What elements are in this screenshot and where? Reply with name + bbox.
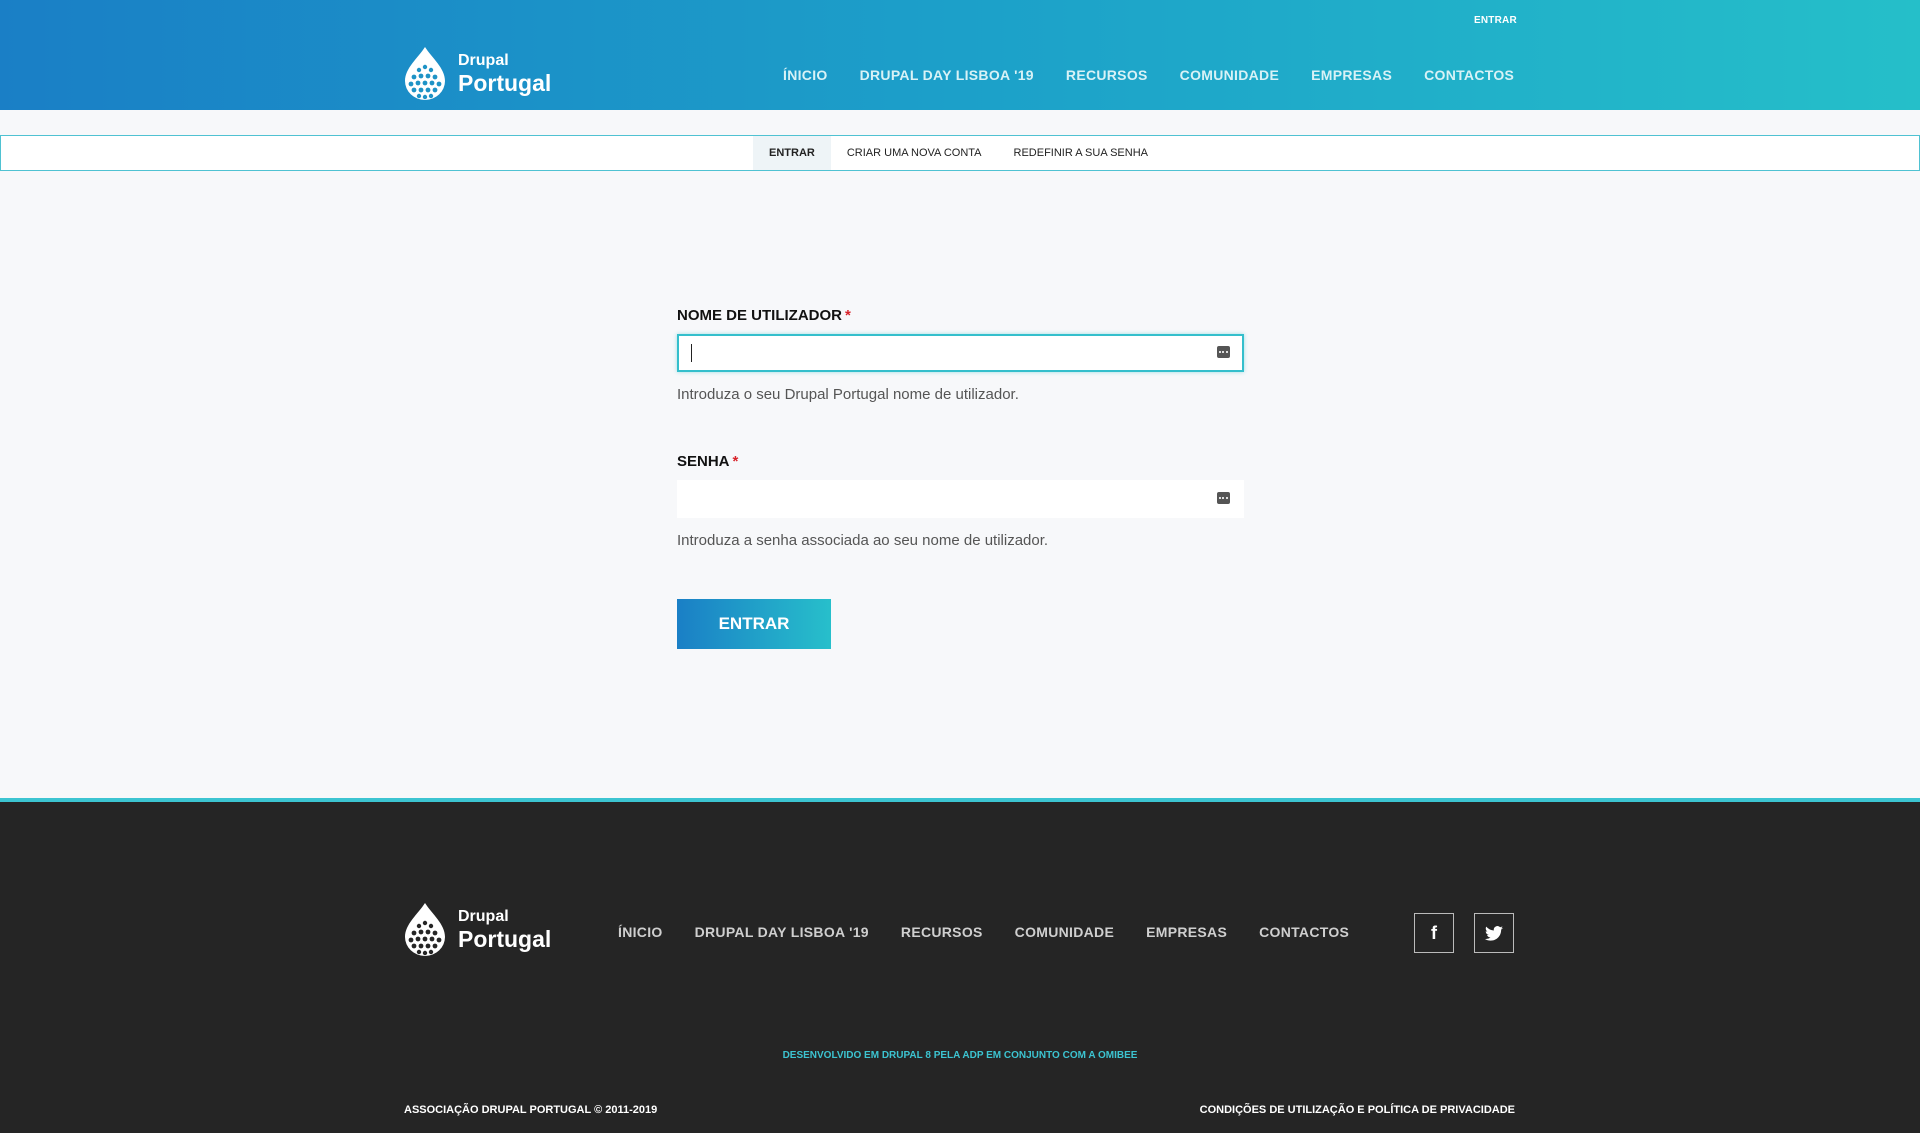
brand-line-1: Drupal xyxy=(458,51,509,69)
tab-redefinir-senha[interactable]: REDEFINIR A SUA SENHA xyxy=(998,136,1164,170)
footer-copyright: ASSOCIAÇÃO DRUPAL PORTUGAL © 2011-2019 xyxy=(404,1104,658,1116)
username-label: NOME DE UTILIZADOR * xyxy=(677,307,1244,324)
password-description: Introduza a senha associada ao seu nome … xyxy=(677,532,1049,549)
login-form: NOME DE UTILIZADOR * Introduza o seu Drup… xyxy=(677,307,1244,649)
footer-logo[interactable]: Drupal Portugal xyxy=(404,902,551,957)
brand-name: Drupal Portugal xyxy=(458,51,552,96)
nav-recursos[interactable]: RECURSOS xyxy=(1066,67,1148,83)
password-label: SENHA * xyxy=(677,453,1244,470)
brand-line-2: Portugal xyxy=(458,69,552,96)
top-login-link[interactable]: ENTRAR xyxy=(1474,15,1517,26)
text-caret xyxy=(691,344,692,362)
username-description: Introduza o seu Drupal Portugal nome de … xyxy=(677,386,1019,403)
field-spacer xyxy=(677,403,1244,453)
footer-nav-contactos[interactable]: CONTACTOS xyxy=(1259,924,1349,940)
password-input[interactable] xyxy=(677,480,1244,518)
required-mark: * xyxy=(732,453,739,470)
nav-empresas[interactable]: EMPRESAS xyxy=(1311,67,1392,83)
header-logo[interactable]: Drupal Portugal xyxy=(404,46,551,101)
brand-name: Drupal Portugal xyxy=(458,907,552,952)
footer-nav-inicio[interactable]: ÍNICIO xyxy=(618,924,663,940)
tab-criar-conta[interactable]: CRIAR UMA NOVA CONTA xyxy=(831,136,998,170)
facebook-icon[interactable]: f xyxy=(1414,913,1454,953)
nav-contactos[interactable]: CONTACTOS xyxy=(1424,67,1514,83)
brand-line-2: Portugal xyxy=(458,925,552,952)
nav-comunidade[interactable]: COMUNIDADE xyxy=(1180,67,1279,83)
site-header: ENTRAR Drupal Portugal ÍNICIO DRUPAL DAY… xyxy=(0,0,1920,110)
keyboard-icon[interactable] xyxy=(1217,346,1230,358)
footer-nav-empresas[interactable]: EMPRESAS xyxy=(1146,924,1227,940)
account-tabs: ENTRAR CRIAR UMA NOVA CONTA REDEFINIR A … xyxy=(753,136,1164,170)
drupal-drop-icon xyxy=(405,47,445,100)
password-label-text: SENHA xyxy=(677,453,730,470)
drupal-drop-icon xyxy=(405,903,445,956)
keyboard-icon[interactable] xyxy=(1217,492,1230,504)
footer-terms-link[interactable]: CONDIÇÕES DE UTILIZAÇÃO E POLÍTICA DE PR… xyxy=(1200,1104,1515,1116)
required-mark: * xyxy=(845,307,851,324)
footer-nav-drupal-day[interactable]: DRUPAL DAY LISBOA '19 xyxy=(695,924,869,940)
nav-inicio[interactable]: ÍNICIO xyxy=(783,67,828,83)
footer-credit[interactable]: DESENVOLVIDO EM DRUPAL 8 PELA ADP EM CON… xyxy=(0,1050,1920,1061)
brand-line-1: Drupal xyxy=(458,907,509,925)
username-input[interactable] xyxy=(677,334,1244,372)
twitter-bird-icon xyxy=(1485,925,1503,941)
footer-nav-recursos[interactable]: RECURSOS xyxy=(901,924,983,940)
login-submit-button[interactable]: ENTRAR xyxy=(677,599,831,649)
username-label-text: NOME DE UTILIZADOR xyxy=(677,307,842,324)
footer-nav-comunidade[interactable]: COMUNIDADE xyxy=(1015,924,1114,940)
main-nav: ÍNICIO DRUPAL DAY LISBOA '19 RECURSOS CO… xyxy=(783,67,1514,83)
site-footer: Drupal Portugal ÍNICIO DRUPAL DAY LISBOA… xyxy=(0,798,1920,1133)
tab-entrar[interactable]: ENTRAR xyxy=(753,136,831,170)
account-tabs-bar: ENTRAR CRIAR UMA NOVA CONTA REDEFINIR A … xyxy=(0,135,1920,171)
twitter-icon[interactable] xyxy=(1474,913,1514,953)
nav-drupal-day[interactable]: DRUPAL DAY LISBOA '19 xyxy=(860,67,1034,83)
footer-nav: ÍNICIO DRUPAL DAY LISBOA '19 RECURSOS CO… xyxy=(618,924,1349,940)
